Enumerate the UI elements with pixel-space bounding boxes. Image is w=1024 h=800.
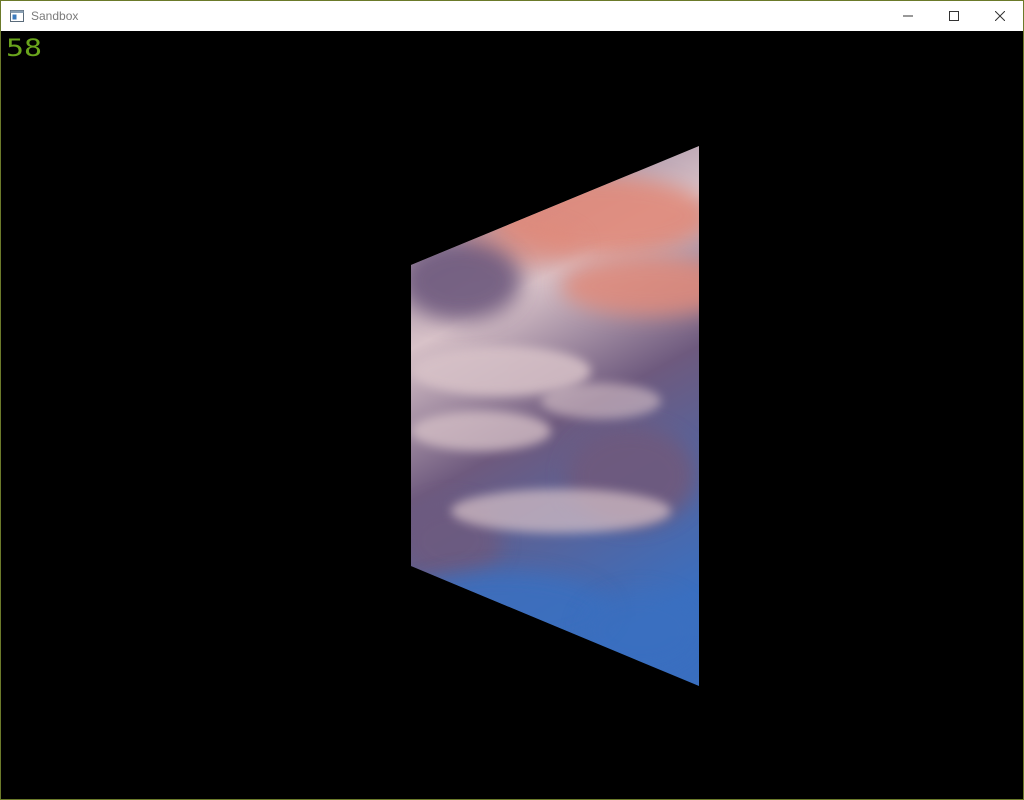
render-viewport[interactable]: 58 <box>1 31 1023 799</box>
maximize-button[interactable] <box>931 1 977 31</box>
minimize-button[interactable] <box>885 1 931 31</box>
app-window: Sandbox 58 <box>0 0 1024 800</box>
window-controls <box>885 1 1023 31</box>
close-icon <box>995 11 1005 21</box>
minimize-icon <box>903 15 913 17</box>
window-title: Sandbox <box>31 9 79 23</box>
textured-quad <box>411 146 699 686</box>
fps-counter-value: 58 <box>6 36 42 60</box>
close-button[interactable] <box>977 1 1023 31</box>
title-bar[interactable]: Sandbox <box>1 1 1023 31</box>
maximize-icon <box>949 11 959 21</box>
fps-counter: 58 <box>6 36 42 60</box>
scene-canvas <box>411 146 699 686</box>
app-window-icon <box>10 10 24 22</box>
